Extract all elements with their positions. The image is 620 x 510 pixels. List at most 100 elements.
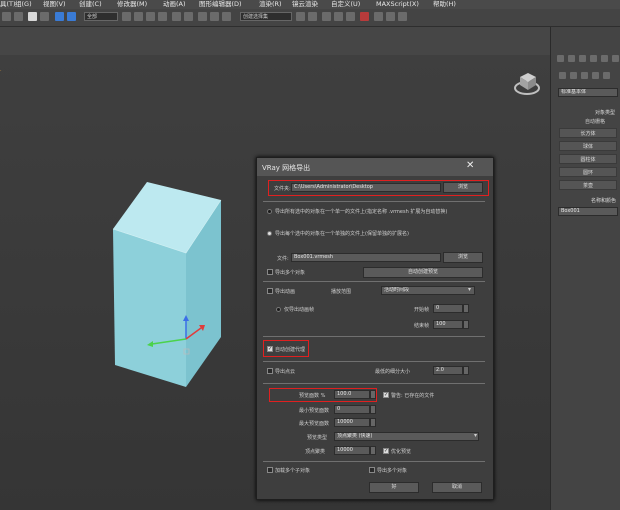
utilities-tab-icon[interactable]: [612, 55, 619, 62]
rotate-icon[interactable]: [146, 12, 155, 21]
min-preview-spinner[interactable]: [370, 405, 376, 414]
render-frame-icon[interactable]: [386, 12, 395, 21]
align-icon[interactable]: [308, 12, 317, 21]
create-tab-icon[interactable]: [557, 55, 564, 62]
menu-view[interactable]: 视图(V): [43, 0, 66, 9]
vray-mesh-export-dialog: VRay 网格导出 ✕ 文件夹: C:\Users\Administrator\…: [256, 157, 494, 500]
merge-subobjects-checkbox[interactable]: [267, 467, 273, 473]
export-animation-checkbox[interactable]: [267, 288, 273, 294]
preview-faces-label: 预览面数 %: [299, 393, 326, 399]
curve-editor-icon[interactable]: [334, 12, 343, 21]
pivot-icon[interactable]: [184, 12, 193, 21]
viewcube-icon[interactable]: [514, 73, 540, 95]
playback-dropdown[interactable]: 活动时间段: [381, 286, 475, 295]
point-size-field[interactable]: 2.0: [433, 366, 463, 375]
geometry-type-dropdown[interactable]: 标准基本体: [558, 88, 618, 97]
layer-icon[interactable]: [322, 12, 331, 21]
object-type-title: 对象类型: [595, 110, 616, 116]
modify-tab-icon[interactable]: [568, 55, 575, 62]
lights-icon[interactable]: [581, 72, 588, 79]
selection-filter-dropdown[interactable]: 全部: [84, 12, 118, 21]
select-by-name-icon[interactable]: [40, 12, 49, 21]
menu-create[interactable]: 创建(C): [79, 0, 102, 9]
sphere-button[interactable]: 球体: [559, 141, 617, 151]
menu-tools[interactable]: 具(T): [0, 0, 16, 9]
start-frame-spinner[interactable]: [463, 304, 469, 313]
preview-faces-spinner[interactable]: [370, 390, 376, 399]
select-by-icon[interactable]: [122, 12, 131, 21]
select-region-icon[interactable]: [67, 12, 76, 21]
menu-help[interactable]: 帮助(H): [433, 0, 456, 9]
auto-proxy-checkbox[interactable]: ✓: [267, 346, 273, 352]
box-button[interactable]: 长方体: [559, 128, 617, 138]
browse-file-button[interactable]: 浏览: [443, 252, 483, 263]
percent-snap-icon[interactable]: [222, 12, 231, 21]
mirror-icon[interactable]: [296, 12, 305, 21]
material-editor-icon[interactable]: [360, 12, 369, 21]
helpers-icon[interactable]: [603, 72, 610, 79]
chevron-down-icon[interactable]: ▾: [474, 432, 477, 439]
redo-icon[interactable]: [14, 12, 23, 21]
geometry-icon[interactable]: [559, 72, 566, 79]
browse-folder-button[interactable]: 浏览: [443, 182, 483, 193]
undo-icon[interactable]: [2, 12, 11, 21]
snap-icon[interactable]: [198, 12, 207, 21]
overwrite-checkbox[interactable]: ✓: [383, 392, 389, 398]
named-selection-dropdown[interactable]: 创建选择集: [240, 12, 292, 21]
menu-maxscript[interactable]: MAXScript(X): [376, 0, 419, 9]
cylinder-button[interactable]: 圆柱体: [559, 154, 617, 164]
dialog-titlebar[interactable]: VRay 网格导出 ✕: [257, 158, 493, 176]
select-move-icon[interactable]: [55, 12, 64, 21]
max-preview-field[interactable]: 10000: [334, 418, 370, 427]
end-frame-spinner[interactable]: [463, 320, 469, 329]
optimize-preview-checkbox[interactable]: ✓: [383, 448, 389, 454]
motion-tab-icon[interactable]: [590, 55, 597, 62]
vertex-cluster-spinner[interactable]: [370, 446, 376, 455]
select-object-icon[interactable]: [28, 12, 37, 21]
vertex-cluster-field[interactable]: 10000: [334, 446, 370, 455]
export-single-file-radio[interactable]: [267, 209, 272, 214]
schematic-icon[interactable]: [346, 12, 355, 21]
menu-customize[interactable]: 自定义(U): [331, 0, 360, 9]
render-setup-icon[interactable]: [374, 12, 383, 21]
max-preview-spinner[interactable]: [370, 418, 376, 427]
motion-blur-radio[interactable]: [276, 307, 281, 312]
min-preview-field[interactable]: 0: [334, 405, 370, 414]
chevron-down-icon[interactable]: ▾: [468, 286, 471, 293]
display-tab-icon[interactable]: [601, 55, 608, 62]
object-name-field[interactable]: Box001: [558, 207, 618, 216]
torus-button[interactable]: 圆环: [559, 167, 617, 177]
menu-modifiers[interactable]: 修改器(M): [117, 0, 147, 9]
menu-animation[interactable]: 动画(A): [163, 0, 186, 9]
hierarchy-tab-icon[interactable]: [579, 55, 586, 62]
cancel-button[interactable]: 取消: [432, 482, 482, 493]
angle-snap-icon[interactable]: [210, 12, 219, 21]
render-icon[interactable]: [398, 12, 407, 21]
menu-rendering[interactable]: 渲染(R): [259, 0, 282, 9]
close-icon[interactable]: ✕: [466, 160, 474, 171]
preview-faces-field[interactable]: 100.0: [334, 390, 370, 399]
move-icon[interactable]: [134, 12, 143, 21]
viewport-label[interactable]: .: [0, 67, 2, 73]
scale-icon[interactable]: [158, 12, 167, 21]
menu-graph-editors[interactable]: 图形编辑器(D): [199, 0, 242, 9]
folder-path-field[interactable]: C:\Users\Administrator\Desktop: [291, 183, 441, 192]
menu-cloud-render[interactable]: 镜云渲染: [292, 0, 318, 9]
export-point-cloud-checkbox[interactable]: [267, 368, 273, 374]
auto-grid-label[interactable]: 自动栅格: [585, 118, 605, 125]
preview-type-dropdown[interactable]: 顶点聚类 (快速): [334, 432, 479, 441]
cameras-icon[interactable]: [592, 72, 599, 79]
create-preview-button[interactable]: 自动创建预览: [363, 267, 483, 278]
export-multiple-checkbox[interactable]: [267, 269, 273, 275]
shapes-icon[interactable]: [570, 72, 577, 79]
teapot-button[interactable]: 茶壶: [559, 180, 617, 190]
menu-group[interactable]: 组(G): [15, 0, 32, 9]
ok-button[interactable]: 好: [369, 482, 419, 493]
export-separate-files-radio[interactable]: [267, 231, 272, 236]
point-size-spinner[interactable]: [463, 366, 469, 375]
file-name-field[interactable]: Box001.vrmesh: [291, 253, 441, 262]
keep-objects-checkbox[interactable]: [369, 467, 375, 473]
start-frame-field[interactable]: 0: [433, 304, 463, 313]
end-frame-field[interactable]: 100: [433, 320, 463, 329]
view-reference-icon[interactable]: [172, 12, 181, 21]
